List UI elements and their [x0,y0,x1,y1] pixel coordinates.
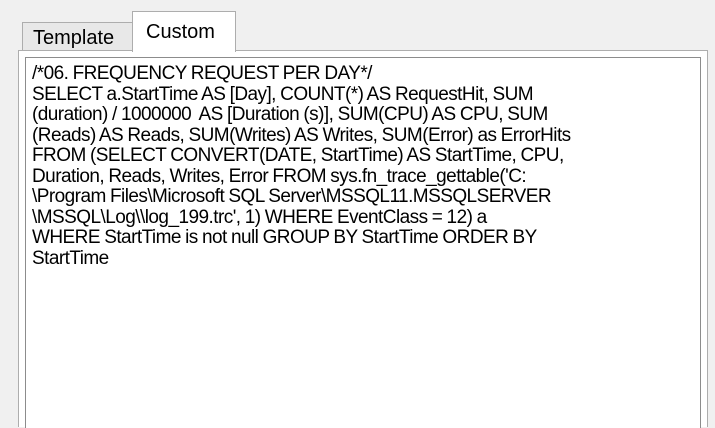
sql-line: SELECT a.StartTime AS [Day], COUNT(*) AS… [32,83,534,105]
tab-custom[interactable]: Custom [132,11,236,52]
sql-line: WHERE StartTime is not null GROUP BY Sta… [32,227,537,248]
sql-line: \Program Files\Microsoft SQL Server\MSSQ… [32,186,552,207]
sql-line: Duration, Reads, Writes, Error FROM sys.… [32,165,527,187]
sql-line: /*06. FREQUENCY REQUEST PER DAY*/ [32,63,372,84]
sql-line: (duration) / 1000000 AS [Duration (s)], … [32,104,548,125]
sql-line: (Reads) AS Reads, SUM(Writes) AS Writes,… [32,124,571,146]
sql-query-editor[interactable]: /*06. FREQUENCY REQUEST PER DAY*/ SELECT… [25,57,701,428]
sql-query-text[interactable]: /*06. FREQUENCY REQUEST PER DAY*/ SELECT… [32,63,672,269]
tab-template[interactable]: Template [22,22,134,51]
sql-line: StartTime [32,247,109,269]
sql-line: \MSSQL\Log\\log_199.trc', 1) WHERE Event… [32,206,487,228]
tab-strip: Template Custom [18,10,708,52]
tab-panel-custom: /*06. FREQUENCY REQUEST PER DAY*/ SELECT… [18,50,708,428]
sql-line: FROM (SELECT CONVERT(DATE, StartTime) AS… [32,145,564,166]
